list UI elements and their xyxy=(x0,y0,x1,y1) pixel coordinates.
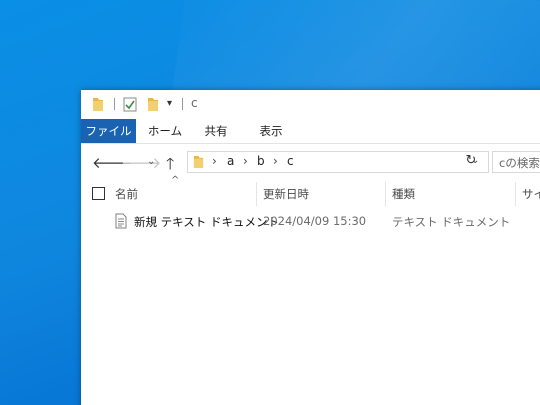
tab-home[interactable]: ホーム xyxy=(141,119,189,143)
title-separator xyxy=(182,98,183,110)
column-divider[interactable] xyxy=(515,182,516,206)
title-bar: ▾ c xyxy=(81,90,540,118)
folder-icon xyxy=(193,154,204,173)
quick-access-dropdown-icon[interactable]: ▾ xyxy=(167,98,172,109)
tab-view[interactable]: 表示 xyxy=(251,119,291,143)
refresh-icon[interactable]: ↻ xyxy=(463,151,479,171)
mouse-cursor-icon xyxy=(481,398,489,405)
search-box[interactable]: cの検索 xyxy=(492,151,540,173)
file-row[interactable]: 新規 テキスト ドキュメント 2024/04/09 15:30 テキスト ドキュ… xyxy=(81,210,540,232)
text-document-icon xyxy=(114,213,128,233)
breadcrumb-chevron-icon[interactable]: › xyxy=(243,154,248,168)
column-header-modified[interactable]: 更新日時 xyxy=(263,186,309,202)
ribbon-tabs: ファイル ホーム 共有 表示 xyxy=(81,119,540,144)
new-folder-icon[interactable] xyxy=(147,96,159,116)
column-divider[interactable] xyxy=(256,182,257,206)
tab-file[interactable]: ファイル xyxy=(81,119,136,143)
properties-icon[interactable] xyxy=(123,96,137,116)
column-header-type[interactable]: 種類 xyxy=(392,186,415,202)
address-bar[interactable]: › a › b › c ⌄ xyxy=(187,151,489,173)
folder-icon xyxy=(92,96,104,116)
file-explorer-window: ▾ c ファイル ホーム 共有 表示 🡐 🡒 ⌄ 🡑 › a › b › c ⌄… xyxy=(81,90,540,405)
search-placeholder: cの検索 xyxy=(499,156,540,170)
navigation-bar: 🡐 🡒 ⌄ 🡑 › a › b › c ⌄ ↻ cの検索 xyxy=(81,150,540,176)
column-header-name[interactable]: 名前 xyxy=(115,186,138,202)
column-divider[interactable] xyxy=(385,182,386,206)
recent-locations-chevron-icon[interactable]: ⌄ xyxy=(147,156,155,167)
sort-ascending-icon: ^ xyxy=(171,175,180,186)
tab-share[interactable]: 共有 xyxy=(196,119,236,143)
file-name[interactable]: 新規 テキスト ドキュメント xyxy=(134,214,279,230)
file-type: テキスト ドキュメント xyxy=(392,215,511,229)
breadcrumb-chevron-icon[interactable]: › xyxy=(273,154,278,168)
column-header-row: ^ 名前 更新日時 種類 サイ xyxy=(81,175,540,206)
file-modified-date: 2024/04/09 15:30 xyxy=(263,214,367,228)
select-all-checkbox[interactable] xyxy=(92,187,105,200)
title-separator xyxy=(114,98,115,110)
column-header-size[interactable]: サイ xyxy=(522,186,540,202)
breadcrumb-item-b[interactable]: b xyxy=(257,154,265,168)
breadcrumb-item-a[interactable]: a xyxy=(227,154,234,168)
window-title: c xyxy=(191,96,198,110)
breadcrumb-item-c[interactable]: c xyxy=(287,154,294,168)
breadcrumb-chevron-icon[interactable]: › xyxy=(212,154,217,168)
